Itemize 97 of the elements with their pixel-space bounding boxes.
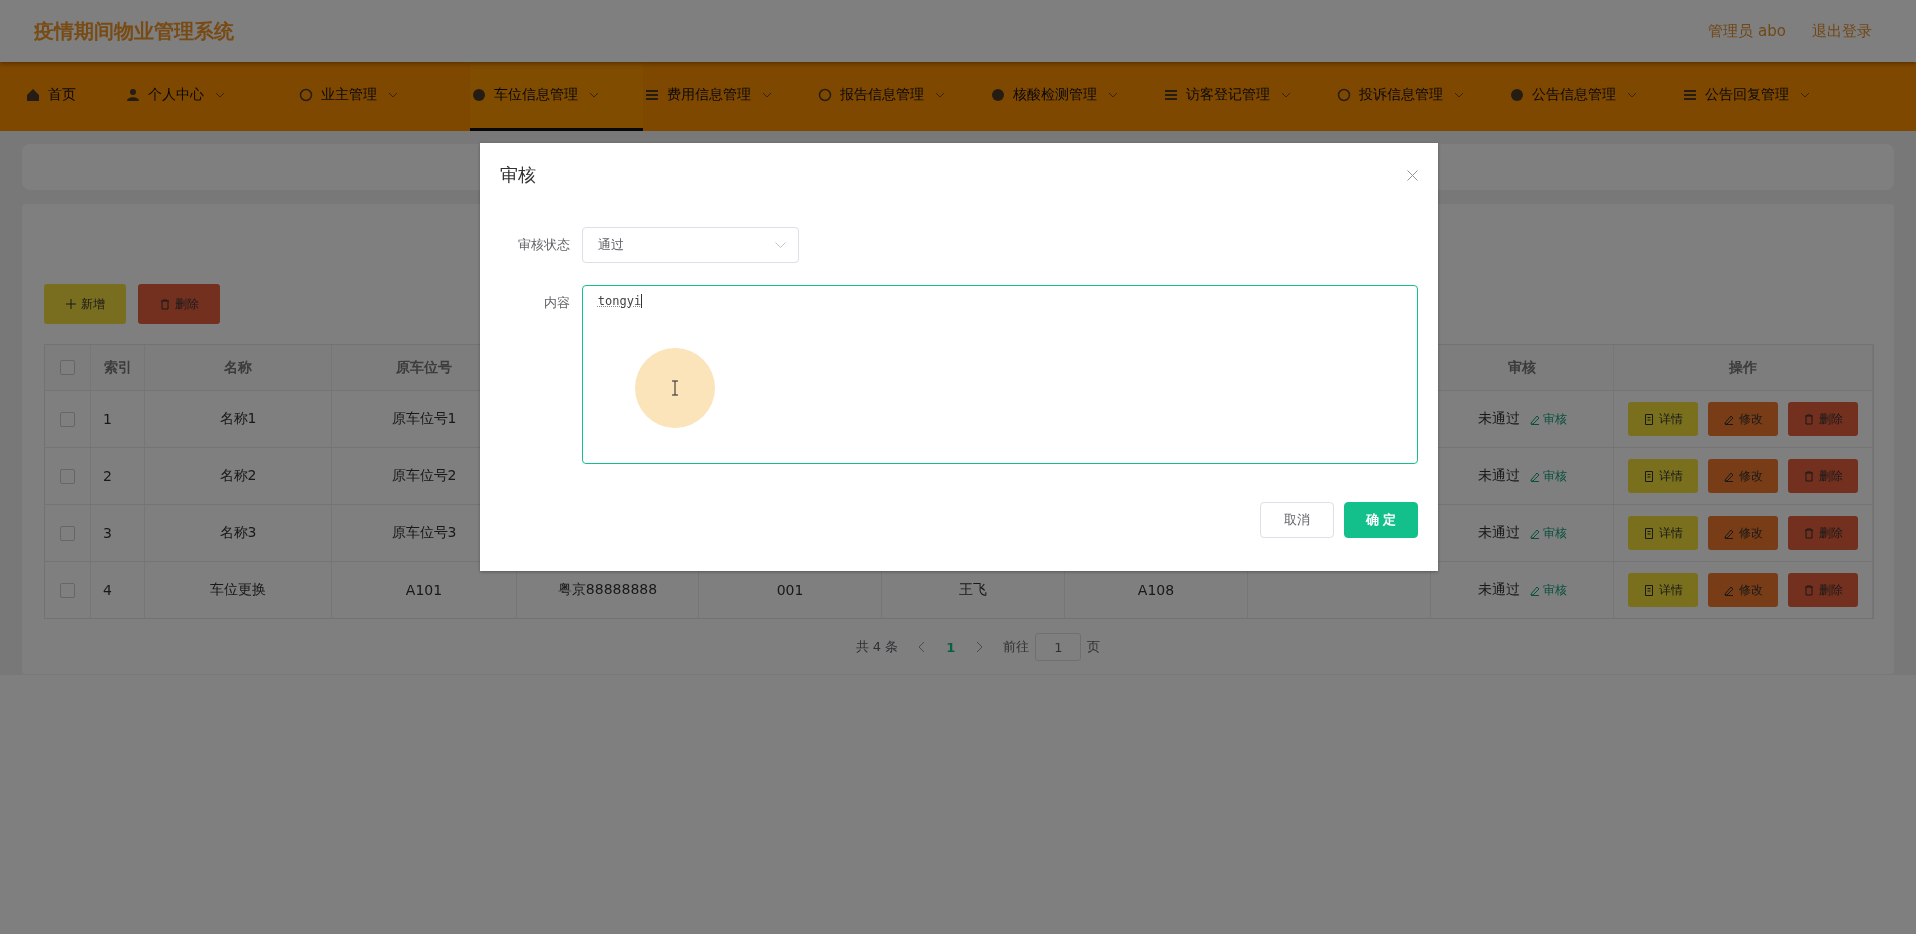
goto-label: 前往 — [1003, 638, 1030, 656]
table-cell: 王飞 — [959, 581, 987, 599]
table-cell: 4 — [103, 582, 112, 598]
column-header: 操作 — [1729, 358, 1757, 377]
pencil-icon — [1529, 413, 1540, 425]
user-name: 管理员 abo — [1708, 21, 1786, 41]
table-cell: 名称3 — [219, 524, 257, 542]
nav-item[interactable]: 核酸检测管理 — [989, 62, 1162, 131]
action-button[interactable]: 删除 — [1788, 573, 1858, 607]
table-cell: 原车位号1 — [391, 410, 457, 428]
nav-item[interactable]: 业主管理 — [297, 62, 470, 131]
action-button[interactable]: 修改 — [1708, 402, 1778, 436]
pencil-icon — [1723, 584, 1734, 596]
checkbox[interactable] — [60, 411, 75, 427]
page-number[interactable]: 1 — [946, 639, 956, 655]
plus-icon — [65, 299, 76, 309]
logout-link[interactable]: 退出登录 — [1812, 21, 1872, 41]
nav-item[interactable]: 公告回复管理 — [1681, 62, 1854, 131]
nav-item[interactable]: 访客登记管理 — [1162, 62, 1335, 131]
pencil-icon — [1529, 470, 1540, 482]
app-title: 疫情期间物业管理系统 — [34, 17, 234, 45]
action-button[interactable]: 修改 — [1708, 516, 1778, 550]
column-header: 名称 — [224, 358, 252, 377]
column-header: 审核 — [1508, 358, 1536, 377]
content-textarea[interactable]: tongyi — [581, 285, 1418, 464]
trash-icon — [1803, 413, 1814, 425]
pencil-icon — [1529, 584, 1540, 596]
document-icon — [1643, 527, 1654, 539]
status-text: 未通过 — [1477, 467, 1520, 485]
status-text: 未通过 — [1477, 410, 1520, 428]
nav-item[interactable]: 投诉信息管理 — [1335, 62, 1508, 131]
action-button[interactable]: 删除 — [1788, 516, 1858, 550]
table-cell: 车位更换 — [210, 581, 266, 599]
chevron-down-icon — [775, 242, 786, 248]
pencil-icon — [1723, 527, 1734, 539]
nav-item[interactable]: 费用信息管理 — [643, 62, 816, 131]
review-link[interactable]: 审核 — [1529, 467, 1567, 485]
table-cell: 3 — [103, 525, 112, 541]
field-label: 内容 — [542, 294, 571, 312]
nav-item[interactable]: 报告信息管理 — [816, 62, 989, 131]
action-button[interactable]: 详情 — [1628, 573, 1698, 607]
table-cell: 原车位号2 — [391, 467, 457, 485]
pencil-icon — [1529, 527, 1540, 539]
delete-button[interactable]: 删除 — [138, 284, 220, 324]
table-cell: 名称2 — [219, 467, 257, 485]
document-icon — [1643, 584, 1654, 596]
page-unit: 页 — [1087, 638, 1101, 656]
document-icon — [1643, 413, 1654, 425]
nav-item[interactable]: 公告信息管理 — [1508, 62, 1681, 131]
status-text: 未通过 — [1477, 581, 1520, 599]
table-cell: 1 — [103, 411, 112, 427]
column-header: 索引 — [103, 358, 132, 377]
status-select[interactable]: 通过 — [582, 227, 799, 263]
previous-page-icon[interactable] — [918, 641, 927, 653]
action-button[interactable]: 详情 — [1628, 402, 1698, 436]
checkbox[interactable] — [60, 468, 75, 484]
checkbox[interactable] — [60, 360, 75, 375]
checkbox[interactable] — [60, 525, 75, 541]
action-button[interactable]: 详情 — [1628, 459, 1698, 493]
checkbox[interactable] — [60, 582, 75, 598]
trash-icon — [159, 298, 170, 310]
trash-icon — [1803, 470, 1814, 482]
total-count: 共 4 条 — [855, 638, 899, 656]
review-link[interactable]: 审核 — [1529, 581, 1567, 599]
table-cell: 001 — [776, 582, 804, 598]
document-icon — [1643, 470, 1654, 482]
table-cell: A101 — [405, 582, 443, 598]
action-button[interactable]: 修改 — [1708, 573, 1778, 607]
cancel-button[interactable]: 取消 — [1260, 502, 1334, 538]
field-label: 审核状态 — [517, 236, 571, 254]
confirm-button[interactable]: 确 定 — [1344, 502, 1418, 538]
table-cell: 粤京88888888 — [557, 581, 658, 599]
nav-item[interactable]: 个人中心 — [124, 62, 297, 131]
review-link[interactable]: 审核 — [1529, 524, 1567, 542]
text-cursor-icon — [670, 380, 679, 396]
status-text: 未通过 — [1477, 524, 1520, 542]
review-link[interactable]: 审核 — [1529, 410, 1567, 428]
table-cell: 原车位号3 — [391, 524, 457, 542]
trash-icon — [1803, 584, 1814, 596]
close-icon[interactable] — [1407, 169, 1418, 181]
table-cell: 2 — [103, 468, 112, 484]
pencil-icon — [1723, 413, 1734, 425]
action-button[interactable]: 删除 — [1788, 402, 1858, 436]
action-button[interactable]: 修改 — [1708, 459, 1778, 493]
nav-item[interactable]: 首页 — [24, 62, 124, 131]
pencil-icon — [1723, 470, 1734, 482]
action-button[interactable]: 删除 — [1788, 459, 1858, 493]
dialog-title: 审核 — [500, 163, 536, 187]
next-page-icon[interactable] — [975, 641, 984, 653]
action-button[interactable]: 详情 — [1628, 516, 1698, 550]
add-button[interactable]: 新增 — [44, 284, 126, 324]
column-header: 原车位号 — [396, 358, 452, 377]
page-input[interactable]: 1 — [1035, 633, 1082, 661]
table-cell: 名称1 — [219, 410, 257, 428]
table-cell: A108 — [1137, 582, 1175, 598]
trash-icon — [1803, 527, 1814, 539]
nav-item[interactable]: 车位信息管理 — [470, 62, 643, 131]
